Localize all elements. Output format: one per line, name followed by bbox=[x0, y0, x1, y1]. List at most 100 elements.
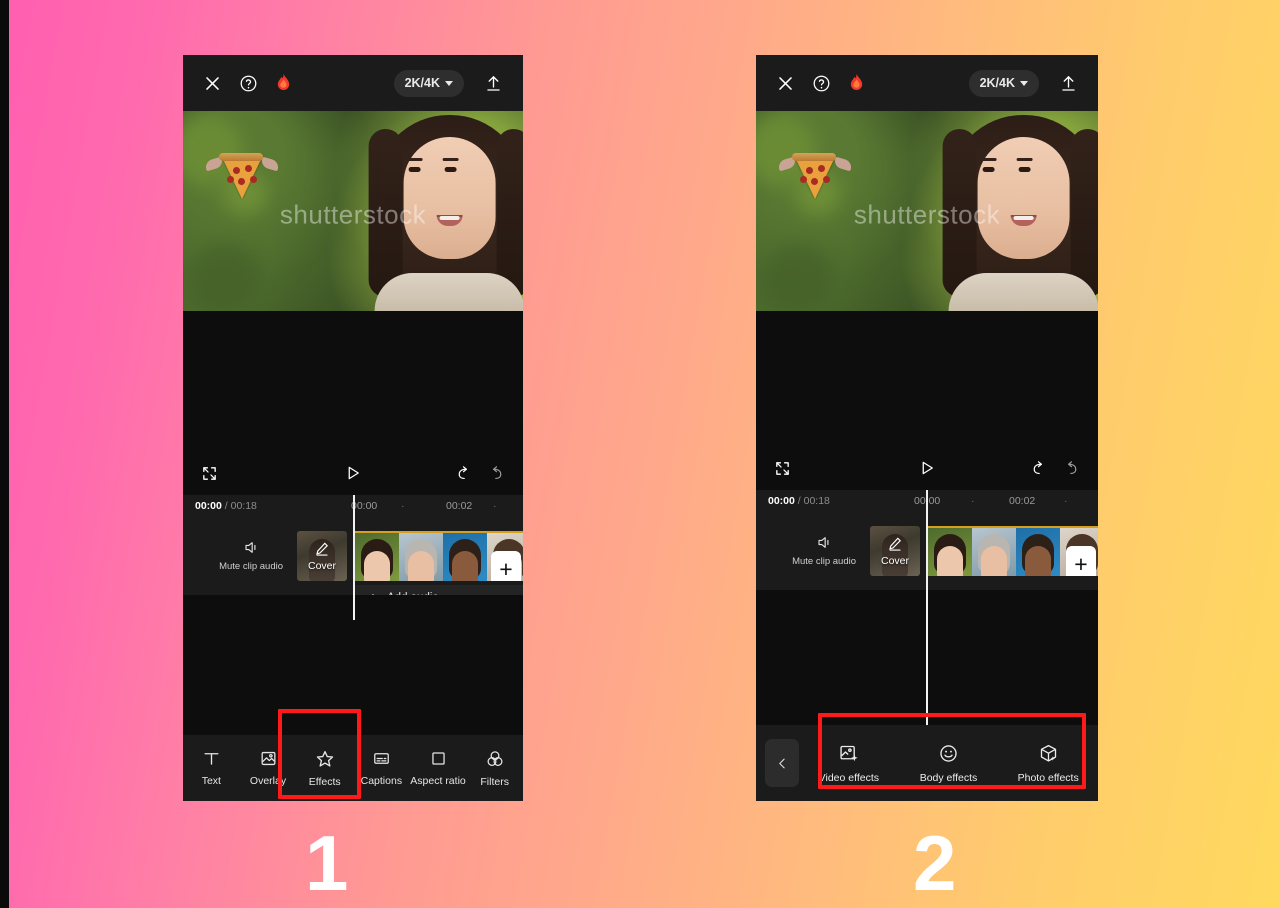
body-effects-button[interactable]: Body effects bbox=[899, 743, 999, 784]
resolution-dropdown[interactable]: 2K/4K bbox=[968, 69, 1039, 97]
video-effects-icon bbox=[838, 743, 859, 764]
overlay-image-icon bbox=[259, 749, 278, 768]
ruler-tick-3: · bbox=[493, 500, 497, 512]
cover-label: Cover bbox=[880, 555, 909, 567]
timeline-1[interactable]: 00:00 / 00:18 00:00 · 00:02 · Mute clip … bbox=[183, 495, 523, 620]
ruler-tick-1: · bbox=[401, 500, 405, 512]
video-clip-strip-2[interactable]: + bbox=[928, 526, 1098, 576]
video-preview-2[interactable]: shutterstock bbox=[756, 111, 1098, 311]
clip-thumb[interactable] bbox=[928, 528, 972, 576]
chevron-down-icon bbox=[1020, 80, 1028, 86]
play-triangle-icon[interactable] bbox=[918, 459, 936, 477]
add-clip-button[interactable]: + bbox=[1066, 546, 1096, 576]
text-t-icon bbox=[202, 749, 221, 768]
cover-label: Cover bbox=[307, 560, 336, 572]
ruler-tick-2: 00:02 bbox=[446, 500, 473, 512]
timeline-tracks-1[interactable]: Mute clip audio Cover + bbox=[183, 495, 523, 620]
redo-arrow-icon[interactable] bbox=[1063, 460, 1080, 477]
clip-thumb[interactable] bbox=[972, 528, 1016, 576]
time-separator: / bbox=[224, 500, 228, 512]
upload-arrow-icon[interactable] bbox=[1059, 74, 1078, 93]
video-clip-strip-1[interactable]: + bbox=[355, 531, 523, 581]
close-x-icon[interactable] bbox=[776, 74, 795, 93]
current-time: 00:00 bbox=[768, 495, 795, 507]
tool-aspect-ratio[interactable]: Aspect ratio bbox=[410, 749, 467, 787]
captions-icon bbox=[372, 749, 391, 768]
shutterstock-watermark: shutterstock bbox=[853, 199, 1001, 230]
timeline-tracks-2[interactable]: Mute clip audio Cover + bbox=[756, 490, 1098, 590]
tool-captions[interactable]: Captions bbox=[353, 749, 410, 787]
clip-thumb[interactable] bbox=[355, 533, 399, 581]
effect-label: Photo effects bbox=[1017, 771, 1079, 784]
timeline-2[interactable]: 00:00 / 00:18 00:00 · 00:02 · Mute clip … bbox=[756, 490, 1098, 590]
effects-back-button[interactable] bbox=[765, 739, 799, 787]
effect-label: Body effects bbox=[919, 771, 978, 784]
question-circle-icon[interactable] bbox=[812, 74, 831, 93]
shutterstock-watermark: shutterstock bbox=[279, 199, 427, 230]
flame-icon[interactable] bbox=[848, 73, 865, 93]
close-x-icon[interactable] bbox=[203, 74, 222, 93]
mute-clip-audio-label: Mute clip audio bbox=[219, 561, 283, 572]
cover-thumbnail-button[interactable]: Cover bbox=[297, 531, 347, 581]
upload-arrow-icon[interactable] bbox=[484, 74, 503, 93]
tool-text[interactable]: Text bbox=[183, 749, 240, 787]
step-number-2: 2 bbox=[913, 819, 957, 907]
preview-letterbox-1 bbox=[183, 311, 523, 451]
expand-icon[interactable] bbox=[201, 465, 218, 482]
tool-label: Aspect ratio bbox=[410, 775, 466, 787]
expand-icon[interactable] bbox=[774, 460, 791, 477]
play-triangle-icon[interactable] bbox=[344, 464, 362, 482]
tool-label: Text bbox=[201, 775, 221, 787]
pencil-edit-icon bbox=[888, 536, 903, 551]
total-time: 00:18 bbox=[803, 495, 830, 507]
flame-icon[interactable] bbox=[275, 73, 292, 93]
playhead-2[interactable] bbox=[926, 490, 928, 590]
mute-clip-audio-button[interactable]: Mute clip audio bbox=[792, 535, 856, 567]
playhead-1[interactable] bbox=[353, 495, 355, 620]
time-separator: / bbox=[797, 495, 801, 507]
edit-toolbar-1[interactable]: Text Overlay Effects Captions Aspect rat… bbox=[183, 709, 523, 801]
tool-filters[interactable]: Filters bbox=[466, 749, 523, 788]
timeline-spacer-2 bbox=[756, 590, 1098, 725]
speaker-icon bbox=[243, 540, 260, 555]
clip-thumb[interactable] bbox=[1016, 528, 1060, 576]
resolution-label: 2K/4K bbox=[979, 76, 1015, 90]
video-effects-button[interactable]: Video effects bbox=[799, 743, 899, 784]
tool-effects[interactable]: Effects bbox=[296, 749, 353, 788]
body-effects-smiley-icon bbox=[938, 743, 959, 764]
preview-letterbox-2 bbox=[756, 311, 1098, 446]
video-preview-1[interactable]: shutterstock bbox=[183, 111, 523, 311]
mute-clip-audio-button[interactable]: Mute clip audio bbox=[219, 540, 283, 572]
clip-thumb[interactable] bbox=[399, 533, 443, 581]
total-time: 00:18 bbox=[230, 500, 257, 512]
playback-controls-1 bbox=[183, 451, 523, 495]
time-readout-2: 00:00 / 00:18 bbox=[768, 495, 830, 507]
current-time: 00:00 bbox=[195, 500, 222, 512]
tool-overlay[interactable]: Overlay bbox=[240, 749, 297, 787]
add-clip-button[interactable]: + bbox=[491, 551, 521, 581]
speaker-icon bbox=[816, 535, 833, 550]
tool-label: Overlay bbox=[249, 775, 287, 787]
undo-arrow-icon[interactable] bbox=[455, 465, 472, 482]
filters-circles-icon bbox=[485, 749, 505, 769]
left-edge-strip bbox=[0, 0, 9, 908]
tool-label: Effects bbox=[308, 775, 341, 788]
chevron-down-icon bbox=[445, 80, 453, 86]
top-bar-1: 2K/4K bbox=[183, 55, 523, 111]
ruler-tick-1: · bbox=[971, 495, 975, 507]
chevron-left-icon bbox=[776, 757, 789, 770]
question-circle-icon[interactable] bbox=[239, 74, 258, 93]
phone-screenshot-step-1: 2K/4K shutterstock 00:00 / 00:18 00:00 ·… bbox=[183, 55, 523, 801]
cover-thumbnail-button[interactable]: Cover bbox=[870, 526, 920, 576]
effects-submenu-bar[interactable]: Video effects Body effects Photo effects bbox=[756, 713, 1098, 801]
photo-effects-button[interactable]: Photo effects bbox=[998, 743, 1098, 784]
effects-star-icon bbox=[315, 749, 335, 769]
resolution-label: 2K/4K bbox=[404, 76, 440, 90]
redo-arrow-icon[interactable] bbox=[488, 465, 505, 482]
undo-arrow-icon[interactable] bbox=[1030, 460, 1047, 477]
tool-label: Captions bbox=[360, 775, 403, 787]
flying-pizza-sticker bbox=[776, 151, 854, 203]
top-bar-2: 2K/4K bbox=[756, 55, 1098, 111]
clip-thumb[interactable] bbox=[443, 533, 487, 581]
resolution-dropdown[interactable]: 2K/4K bbox=[393, 69, 464, 97]
